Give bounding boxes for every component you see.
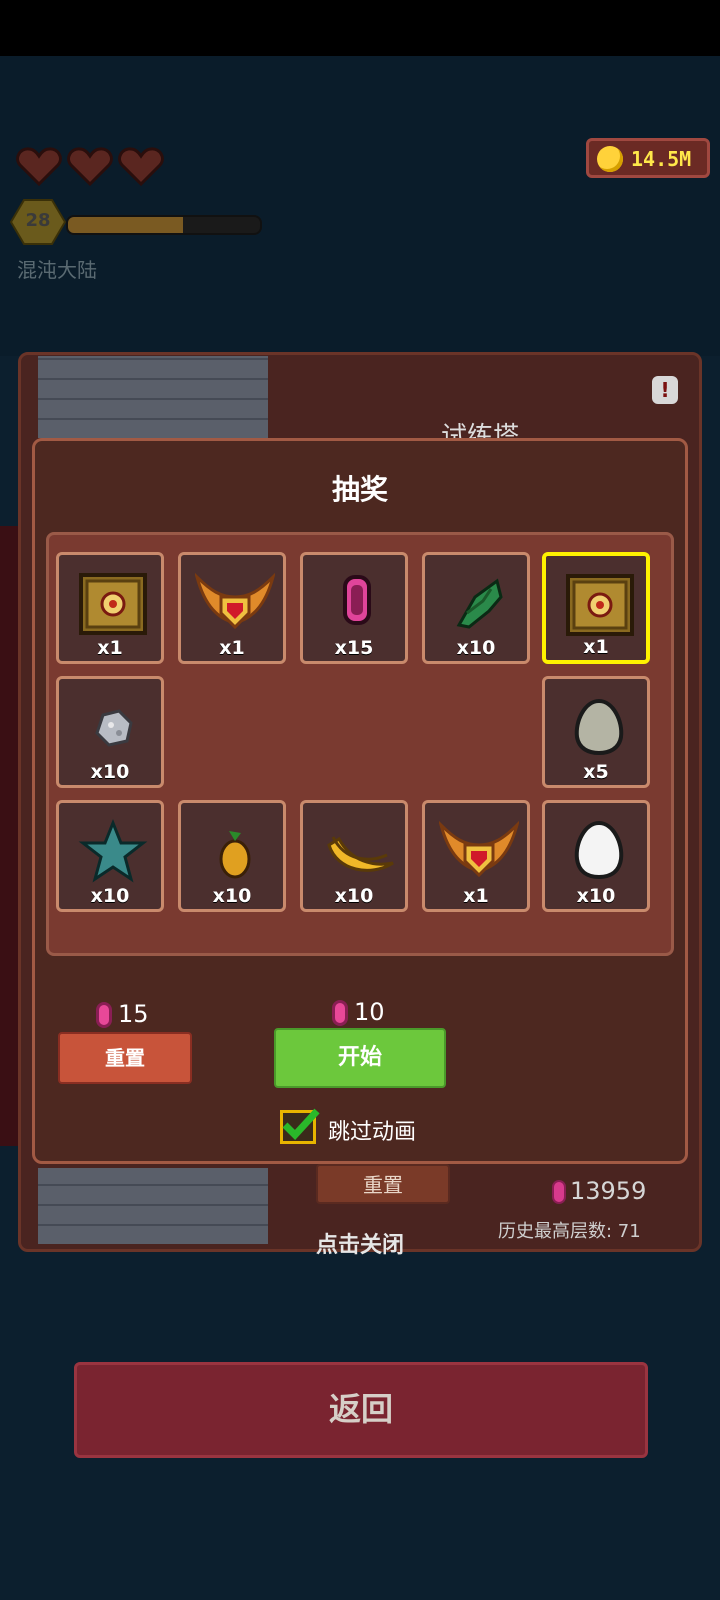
prize-slot[interactable]: x10 (300, 800, 408, 912)
hud-background (0, 56, 720, 356)
tower-reset-button[interactable]: 重置 (316, 1164, 450, 1204)
xp-bar (66, 215, 262, 235)
prize-slot[interactable]: x10 (56, 800, 164, 912)
pink-gem-icon (343, 575, 371, 625)
grey-ore-icon (95, 709, 133, 747)
slot-quantity: x10 (90, 885, 130, 907)
slot-quantity: x1 (463, 885, 489, 907)
prize-slot[interactable]: x10 (422, 552, 530, 664)
slot-quantity: x10 (334, 885, 374, 907)
back-button[interactable]: 返回 (74, 1362, 648, 1458)
heart-icon (16, 147, 62, 186)
level-number: 28 (25, 210, 51, 231)
slot-quantity: x1 (583, 636, 609, 658)
slot-quantity: x15 (334, 637, 374, 659)
start-cost: 10 (332, 998, 385, 1026)
slot-quantity: x10 (456, 637, 496, 659)
teal-star-icon (78, 818, 148, 883)
prize-slot[interactable]: x5 (542, 676, 650, 788)
orange-fruit-icon (219, 831, 251, 879)
reset-cost-value: 15 (118, 1000, 149, 1028)
side-panel-edge (0, 526, 18, 1146)
slot-quantity: x1 (97, 637, 123, 659)
heart-icon (67, 147, 113, 186)
prize-slot[interactable]: x1 (56, 552, 164, 664)
gem-icon (96, 1002, 112, 1028)
checkmark-icon (282, 1108, 320, 1141)
region-name: 混沌大陆 (17, 258, 97, 282)
prize-slot[interactable]: x10 (56, 676, 164, 788)
info-icon[interactable]: ! (652, 376, 678, 404)
start-button[interactable]: 开始 (274, 1028, 446, 1088)
tap-to-close-hint[interactable]: 点击关闭 (0, 1227, 720, 1259)
heart-icon (118, 147, 164, 186)
stone-wall (38, 356, 268, 438)
reset-button[interactable]: 重置 (58, 1032, 192, 1084)
coin-counter[interactable]: 14.5M (586, 138, 710, 178)
winged-emblem-icon (195, 572, 275, 630)
reset-cost: 15 (96, 1000, 149, 1028)
skip-animation-label[interactable]: 跳过动画 (328, 1114, 416, 1146)
white-egg-icon (574, 820, 624, 880)
dialog-title: 抽奖 (331, 473, 388, 506)
gem-total-value: 13959 (570, 1177, 647, 1205)
treasure-chest-icon (79, 573, 147, 635)
gem-icon (552, 1180, 566, 1204)
prize-slot-selected[interactable]: x1 (542, 552, 650, 664)
status-bar (0, 0, 720, 56)
banana-icon (327, 836, 394, 872)
slot-quantity: x10 (212, 885, 252, 907)
coin-value: 14.5M (631, 147, 692, 171)
prize-slot[interactable]: x1 (422, 800, 530, 912)
treasure-chest-icon (566, 574, 634, 636)
start-cost-value: 10 (354, 998, 385, 1026)
winged-emblem-icon (439, 820, 519, 878)
gem-total: 13959 (552, 1177, 646, 1205)
grey-egg-icon (574, 698, 624, 756)
prize-slot[interactable]: x1 (178, 552, 286, 664)
gem-icon (332, 1000, 348, 1026)
slot-quantity: x10 (90, 761, 130, 783)
prize-slot[interactable]: x10 (542, 800, 650, 912)
coin-icon (597, 146, 623, 172)
slot-quantity: x10 (576, 885, 616, 907)
skip-animation-checkbox[interactable] (280, 1108, 320, 1144)
green-leaf-icon (456, 578, 503, 629)
slot-quantity: x5 (583, 761, 609, 783)
prize-slot[interactable]: x10 (178, 800, 286, 912)
xp-bar-fill (68, 217, 184, 233)
slot-quantity: x1 (219, 637, 245, 659)
prize-slot[interactable]: x15 (300, 552, 408, 664)
